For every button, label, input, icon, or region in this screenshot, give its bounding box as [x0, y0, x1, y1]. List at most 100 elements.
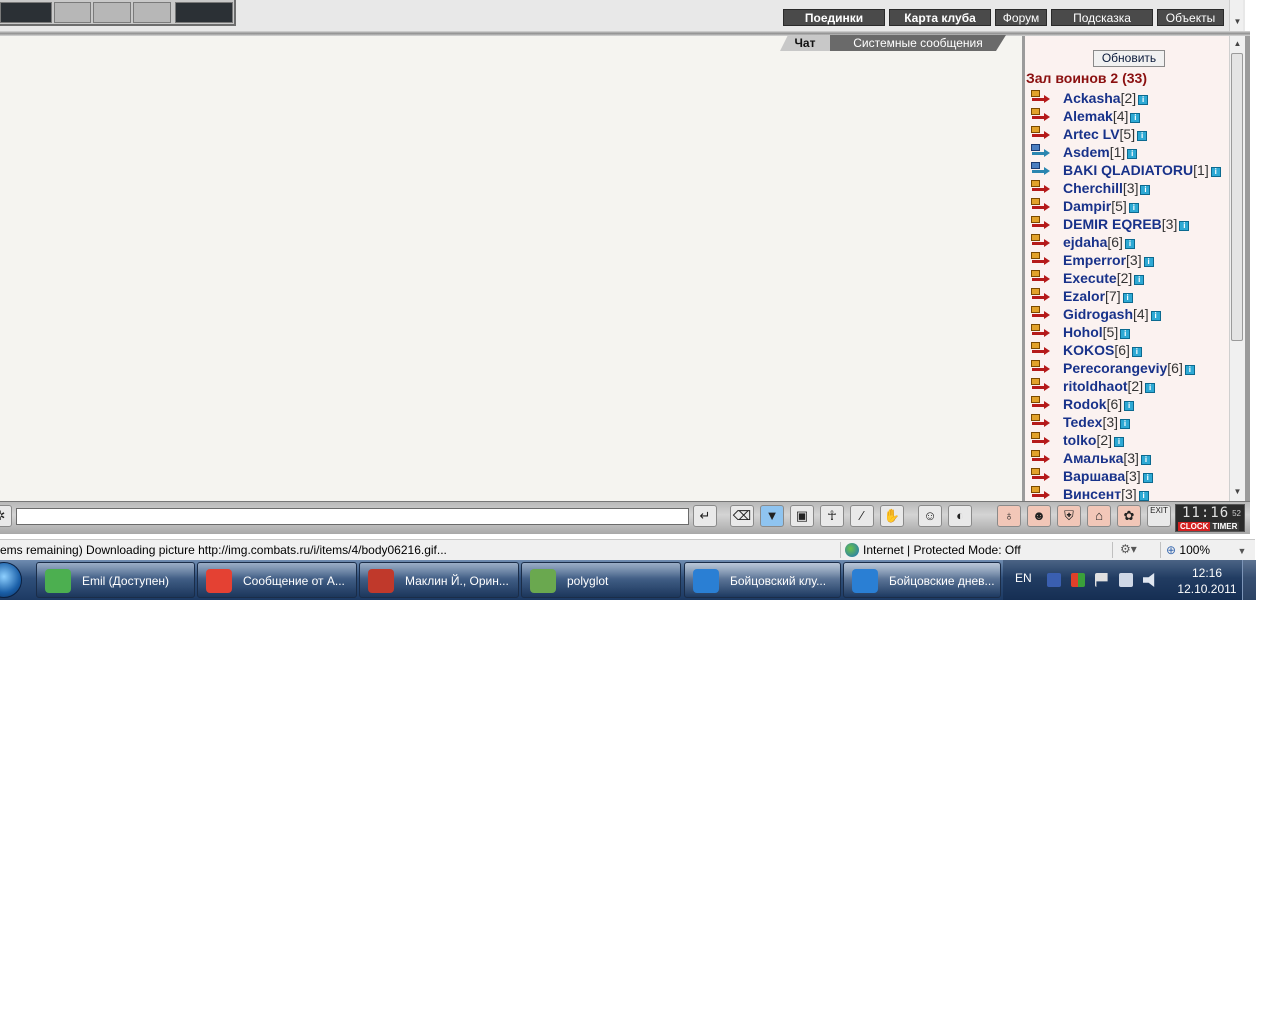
- red-arrow-icon[interactable]: [1029, 216, 1051, 231]
- clock-timer-switch[interactable]: CLOCK TIMER: [1178, 522, 1240, 531]
- filter-icon[interactable]: ▼: [760, 505, 784, 527]
- info-icon[interactable]: i: [1124, 239, 1135, 249]
- network-app-icon[interactable]: [1047, 573, 1061, 587]
- info-icon[interactable]: i: [1143, 257, 1154, 267]
- red-arrow-icon[interactable]: [1029, 468, 1051, 483]
- red-arrow-icon[interactable]: [1029, 486, 1051, 501]
- user-name[interactable]: DEMIR EQREB: [1063, 216, 1162, 232]
- split-icon[interactable]: ⁄: [850, 505, 874, 527]
- info-icon[interactable]: i: [1138, 491, 1149, 501]
- save-icon[interactable]: ▣: [790, 505, 814, 527]
- red-arrow-icon[interactable]: [1029, 432, 1051, 447]
- user-name[interactable]: Execute: [1063, 270, 1117, 286]
- nav-objects-button[interactable]: Объекты: [1157, 9, 1224, 26]
- red-arrow-icon[interactable]: [1029, 378, 1051, 393]
- taskbar-clock[interactable]: 12:16 12.10.2011: [1171, 565, 1243, 597]
- user-name-link[interactable]: Ackasha[2] i: [1063, 89, 1149, 107]
- info-icon[interactable]: i: [1210, 167, 1221, 177]
- info-icon[interactable]: i: [1150, 311, 1161, 321]
- action-center-flag-icon[interactable]: [1095, 573, 1108, 587]
- office-icon[interactable]: [1071, 573, 1085, 587]
- user-name[interactable]: Rodok: [1063, 396, 1107, 412]
- red-arrow-icon[interactable]: [1029, 324, 1051, 339]
- red-arrow-icon[interactable]: [1029, 234, 1051, 249]
- user-name[interactable]: Perecorangeviy: [1063, 360, 1167, 376]
- start-button[interactable]: [0, 562, 22, 598]
- mask-icon[interactable]: ☻: [1027, 505, 1051, 527]
- red-arrow-icon[interactable]: [1029, 198, 1051, 213]
- info-icon[interactable]: i: [1128, 203, 1139, 213]
- protected-mode-icon[interactable]: ⚙▾: [1120, 542, 1137, 556]
- equipment-slot[interactable]: [54, 2, 91, 23]
- enter-icon[interactable]: ↵: [693, 505, 717, 527]
- info-icon[interactable]: i: [1120, 419, 1131, 429]
- nav-club-map-button[interactable]: Карта клуба: [889, 9, 991, 26]
- user-name[interactable]: Artec LV: [1063, 126, 1120, 142]
- volume-icon[interactable]: [1143, 573, 1155, 587]
- user-name-link[interactable]: Artec LV[5] i: [1063, 125, 1148, 143]
- info-icon[interactable]: i: [1140, 185, 1151, 195]
- user-name[interactable]: Ezalor: [1063, 288, 1105, 304]
- info-icon[interactable]: i: [1122, 293, 1133, 303]
- flower-icon[interactable]: ✿: [1117, 505, 1141, 527]
- scroll-thumb[interactable]: [1231, 53, 1243, 341]
- red-arrow-icon[interactable]: [1029, 360, 1051, 375]
- user-name-link[interactable]: Asdem[1] i: [1063, 143, 1138, 161]
- red-arrow-icon[interactable]: [1029, 396, 1051, 411]
- timer-label[interactable]: TIMER: [1210, 522, 1240, 531]
- armor-icon[interactable]: ⛨: [1057, 505, 1081, 527]
- user-name[interactable]: Ackasha: [1063, 90, 1121, 106]
- blue-arrow-icon[interactable]: [1029, 144, 1051, 159]
- user-name-link[interactable]: Rodok[6] i: [1063, 395, 1135, 413]
- user-name[interactable]: tolko: [1063, 432, 1096, 448]
- user-name-link[interactable]: Emperror[3] i: [1063, 251, 1154, 269]
- clock-label[interactable]: CLOCK: [1178, 522, 1211, 531]
- user-name-link[interactable]: Dampir[5] i: [1063, 197, 1139, 215]
- scroll-down-icon[interactable]: ▼: [1232, 16, 1243, 28]
- info-icon[interactable]: i: [1140, 455, 1151, 465]
- tab-system-messages[interactable]: Системные сообщения: [830, 35, 1006, 51]
- user-name-link[interactable]: ritoldhaot[2] i: [1063, 377, 1156, 395]
- scroll-up-icon[interactable]: ▲: [1232, 38, 1243, 50]
- user-name[interactable]: Asdem: [1063, 144, 1110, 160]
- equipment-slot[interactable]: [93, 2, 131, 23]
- tab-chat[interactable]: Чат: [780, 35, 830, 51]
- info-icon[interactable]: i: [1184, 365, 1195, 375]
- red-arrow-icon[interactable]: [1029, 414, 1051, 429]
- info-icon[interactable]: i: [1179, 221, 1190, 231]
- info-icon[interactable]: i: [1114, 437, 1125, 447]
- red-arrow-icon[interactable]: [1029, 108, 1051, 123]
- exit-icon[interactable]: EXIT: [1147, 505, 1171, 527]
- user-name-link[interactable]: tolko[2] i: [1063, 431, 1125, 449]
- user-name[interactable]: Варшава: [1063, 468, 1125, 484]
- top-scrollbar[interactable]: ▼: [1229, 0, 1243, 31]
- chat-messages[interactable]: [0, 36, 1022, 501]
- info-icon[interactable]: i: [1137, 131, 1148, 141]
- user-name[interactable]: ejdaha: [1063, 234, 1107, 250]
- user-name-link[interactable]: Hohol[5] i: [1063, 323, 1131, 341]
- user-name-link[interactable]: ejdaha[6] i: [1063, 233, 1135, 251]
- user-name[interactable]: Амалька: [1063, 450, 1123, 466]
- user-name[interactable]: Cherchill: [1063, 180, 1123, 196]
- info-icon[interactable]: i: [1130, 113, 1141, 123]
- user-name-link[interactable]: Tedex[3] i: [1063, 413, 1131, 431]
- red-arrow-icon[interactable]: [1029, 180, 1051, 195]
- red-arrow-icon[interactable]: [1029, 90, 1051, 105]
- red-arrow-icon[interactable]: [1029, 126, 1051, 141]
- red-arrow-icon[interactable]: [1029, 342, 1051, 357]
- info-icon[interactable]: i: [1120, 329, 1131, 339]
- user-name[interactable]: Dampir: [1063, 198, 1111, 214]
- user-name[interactable]: Alemak: [1063, 108, 1113, 124]
- user-name[interactable]: Tedex: [1063, 414, 1102, 430]
- chevron-down-icon[interactable]: ▼: [1237, 546, 1246, 556]
- scroll-down-icon[interactable]: ▼: [1232, 486, 1243, 498]
- user-name-link[interactable]: Execute[2] i: [1063, 269, 1145, 287]
- taskbar-item[interactable]: Бойцовский клу...: [684, 562, 841, 598]
- user-name-link[interactable]: BAKI QLADIATORU[1] i: [1063, 161, 1221, 179]
- bag-icon[interactable]: ♁: [997, 505, 1021, 527]
- smiley-icon[interactable]: ☺: [918, 505, 942, 527]
- language-indicator[interactable]: EN: [1015, 571, 1032, 585]
- user-name[interactable]: Hohol: [1063, 324, 1103, 340]
- nav-hint-button[interactable]: Подсказка: [1051, 9, 1153, 26]
- user-name-link[interactable]: Gidrogash[4] i: [1063, 305, 1161, 323]
